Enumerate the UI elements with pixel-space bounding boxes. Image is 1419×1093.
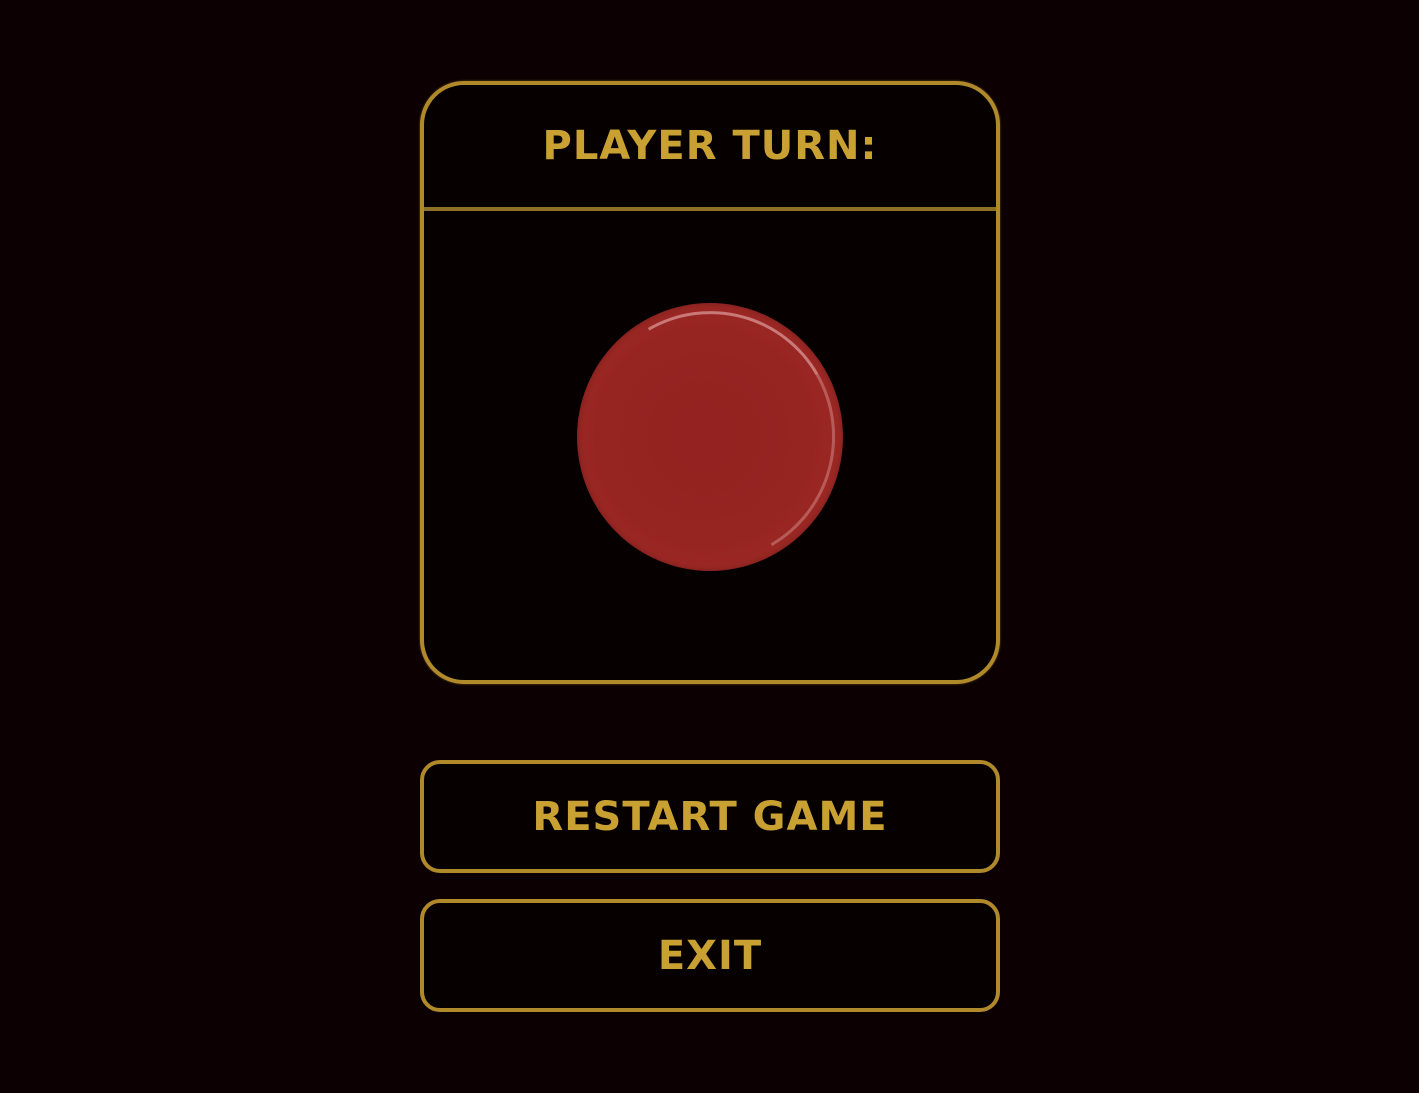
player-turn-header: PLAYER TURN: (424, 85, 996, 211)
player-turn-title: PLAYER TURN: (542, 123, 878, 169)
exit-label: EXIT (657, 932, 763, 979)
restart-game-button[interactable]: RESTART GAME (420, 760, 1000, 873)
red-piece-icon (577, 302, 843, 571)
current-piece-area (424, 211, 996, 680)
player-turn-panel: PLAYER TURN: (420, 81, 1000, 684)
game-screen: PLAYER TURN: RESTART GAME EXIT (0, 0, 1419, 1093)
restart-game-label: RESTART GAME (532, 793, 888, 840)
exit-button[interactable]: EXIT (420, 899, 1000, 1012)
